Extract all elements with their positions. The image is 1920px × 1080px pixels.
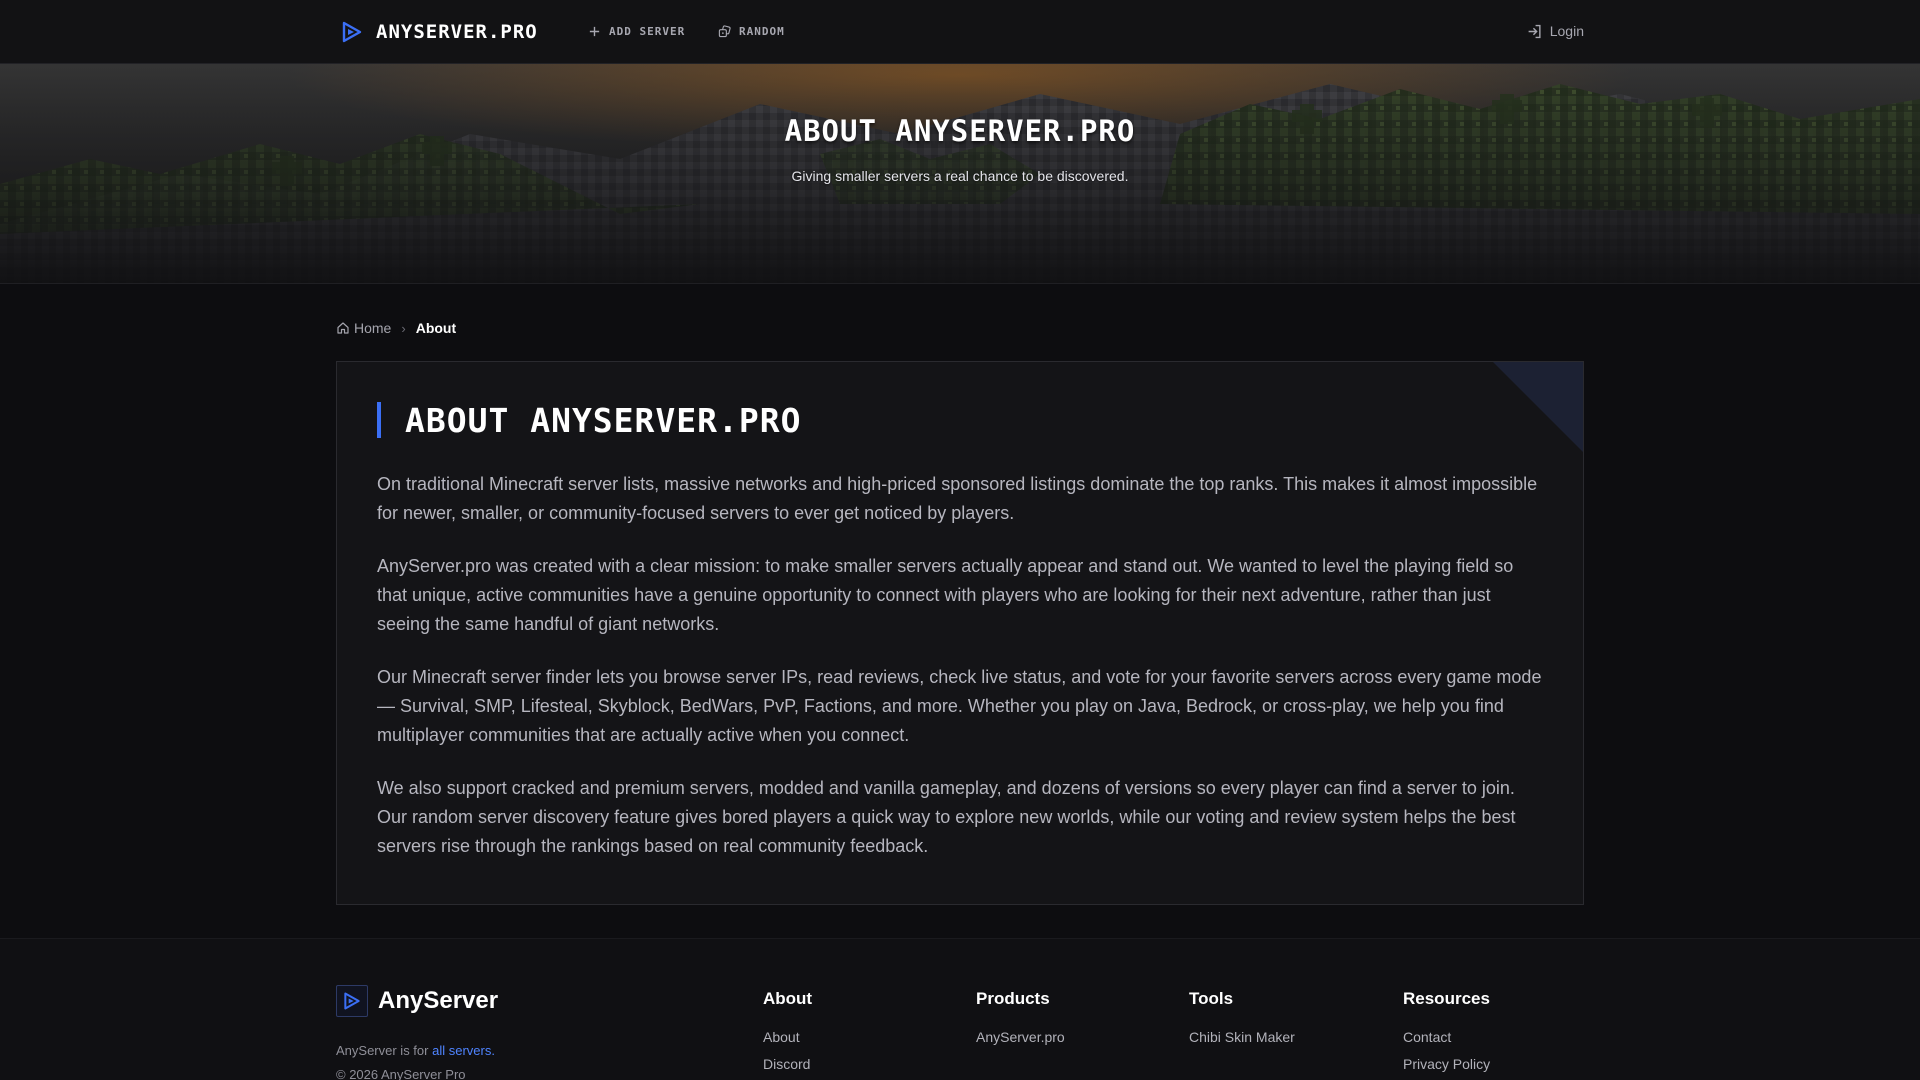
breadcrumb: Home › About [336,318,456,338]
footer-tagline: AnyServer is for all servers. [336,1043,495,1058]
hero-title: ABOUT ANYSERVER.PRO [784,114,1136,148]
footer-brand[interactable]: AnyServer [336,985,498,1017]
about-paragraph: Our Minecraft server finder lets you bro… [377,667,1542,745]
about-body: On traditional Minecraft server lists, m… [377,470,1547,885]
nav-random[interactable]: RANDOM [718,20,785,42]
navbar-inner: ANYSERVER.PRO ADD SERVER RANDOM Login [336,0,1584,64]
footer-link-anyserver[interactable]: AnyServer.pro [976,1029,1065,1045]
footer-link-discord[interactable]: Discord [763,1056,812,1072]
card-corner-accent [1493,362,1583,452]
footer-column-title: About [763,989,813,1008]
breadcrumb-home-label: Home [354,320,392,336]
login-icon [1528,24,1541,38]
about-paragraph: AnyServer.pro was created with a clear m… [377,556,1514,634]
login-label: Login [1549,23,1584,39]
footer-link-chibi-skin-maker[interactable]: Chibi Skin Maker [1189,1029,1295,1045]
logo-icon [342,21,362,43]
home-icon [337,322,349,334]
footer-column-about: About About Discord [763,989,812,1080]
footer-logo-icon [336,985,368,1017]
footer-brand-name: AnyServer [378,987,499,1014]
dice-icon [718,24,731,37]
footer-column-tools: Tools Chibi Skin Maker [1189,989,1295,1056]
footer-link-contact[interactable]: Contact [1403,1029,1490,1045]
footer-column-title: Resources [1403,989,1490,1008]
breadcrumb-current: About [415,320,457,336]
brand-name: ANYSERVER.PRO [376,21,538,43]
nav-add-server[interactable]: ADD SERVER [588,20,685,42]
site-footer: AnyServer AnyServer is for all servers. … [0,938,1920,1080]
about-paragraph: On traditional Minecraft server lists, m… [377,474,1538,523]
about-card: ABOUT ANYSERVER.PRO On traditional Minec… [336,361,1584,905]
footer-link-about[interactable]: About [763,1029,812,1045]
footer-link-privacy-policy[interactable]: Privacy Policy [1403,1056,1490,1072]
footer-column-title: Tools [1189,989,1234,1008]
chevron-right-icon: › [401,320,406,336]
footer-column-products: Products AnyServer.pro [976,989,1065,1056]
about-heading: ABOUT ANYSERVER.PRO [377,400,802,440]
login-button[interactable]: Login [1527,20,1584,42]
top-navbar: ANYSERVER.PRO ADD SERVER RANDOM Login [0,0,1920,64]
footer-copyright: © 2026 AnyServer Pro [336,1067,466,1080]
hero-banner: ABOUT ANYSERVER.PRO Giving smaller serve… [0,64,1920,284]
hero-subtitle: Giving smaller servers a real chance to … [791,168,1129,184]
footer-tagline-link[interactable]: all servers. [432,1043,495,1058]
brand-link[interactable]: ANYSERVER.PRO [340,18,538,46]
breadcrumb-home[interactable]: Home [336,320,391,336]
about-paragraph: We also support cracked and premium serv… [377,778,1516,856]
footer-column-title: Products [976,989,1050,1008]
plus-icon [589,26,600,36]
about-title: ABOUT ANYSERVER.PRO [405,400,802,440]
footer-column-resources: Resources Contact Privacy Policy [1403,989,1490,1080]
footer-tagline-text: AnyServer is for [336,1043,433,1058]
nav-add-server-label: ADD SERVER [609,24,686,38]
nav-random-label: RANDOM [739,24,785,38]
